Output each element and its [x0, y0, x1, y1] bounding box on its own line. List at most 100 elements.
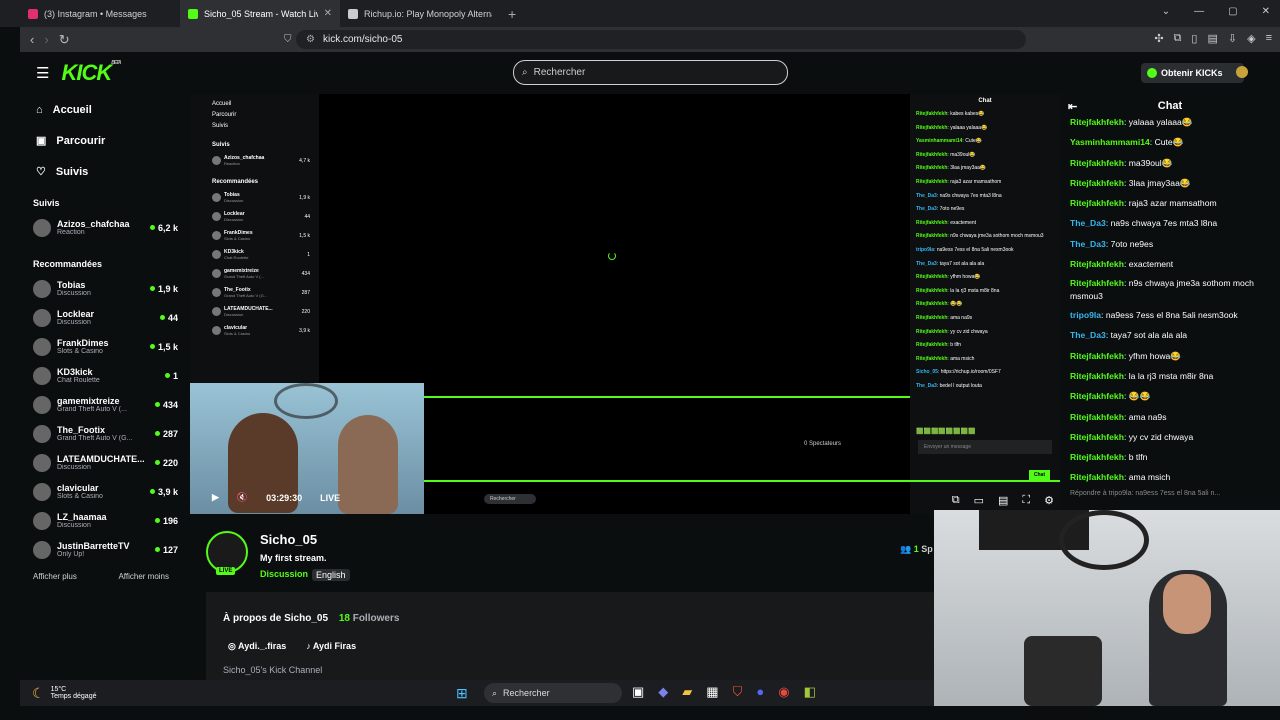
menu-icon[interactable]: ≡ [1266, 32, 1272, 45]
sidebar-channel[interactable]: The_Footix Grand Theft Auto V (G... 287 [20, 419, 190, 448]
chat-username[interactable]: Ritejfakhfekh [1070, 117, 1124, 127]
chat-username[interactable]: Ritejfakhfekh [1070, 371, 1124, 381]
download-icon[interactable]: ⇩ [1228, 32, 1237, 45]
screenshot-icon[interactable]: ⧉ [1174, 32, 1182, 45]
category-link[interactable]: Discussion [260, 569, 308, 581]
chat-username[interactable]: Ritejfakhfekh [1070, 178, 1124, 188]
chat-username[interactable]: The_Da3 [1070, 330, 1106, 340]
sidebar-nav-browse[interactable]: ▣ Parcourir [20, 125, 190, 156]
bookmark-icon[interactable]: ⛉ [284, 34, 292, 45]
reload-icon[interactable]: ↻ [59, 32, 70, 48]
store-icon[interactable]: ▦ [706, 684, 718, 700]
close-tab-icon[interactable]: ✕ [324, 8, 332, 19]
user-avatar[interactable] [1236, 66, 1248, 78]
url-field[interactable]: ⛉ ⚙ kick.com/sicho-05 [284, 30, 1026, 49]
chat-username[interactable]: Ritejfakhfekh [1070, 278, 1124, 288]
language-tag[interactable]: English [312, 569, 350, 581]
browser-tab[interactable]: Richup.io: Play Monopoly Alternative [340, 0, 500, 27]
chat-message[interactable]: The_Da3: na9s chwaya 7es mta3 l8na [1060, 213, 1280, 233]
chat-username[interactable]: Ritejfakhfekh [1070, 412, 1124, 422]
sidebar-channel[interactable]: LZ_haamaa Discussion 196 [20, 506, 190, 535]
chat-message[interactable]: Ritejfakhfekh: yfhm howa😂 [1060, 346, 1280, 366]
chat-username[interactable]: Ritejfakhfekh [1070, 452, 1124, 462]
minimize-button[interactable]: — [1194, 6, 1204, 17]
chat-message[interactable]: Ritejfakhfekh: 😂😂 [1060, 386, 1280, 406]
play-icon[interactable]: ▶ [212, 492, 219, 503]
chat-message[interactable]: Yasminhammami14: Cute😂 [1060, 132, 1280, 152]
chat-username[interactable]: Yasminhammami14 [1070, 137, 1150, 147]
chat-message[interactable]: Ritejfakhfekh: ama na9s [1060, 407, 1280, 427]
chat-username[interactable]: Ritejfakhfekh [1070, 198, 1124, 208]
sidebar-channel[interactable]: FrankDimes Slots & Casino 1,5 k [20, 332, 190, 361]
maximize-button[interactable]: ▢ [1228, 6, 1237, 17]
brave-browser-icon[interactable]: ⛉ [733, 684, 743, 700]
settings-gear-icon[interactable]: ⚙ [1044, 494, 1054, 507]
sidebar-nav-heart[interactable]: ♡ Suivis [20, 156, 190, 187]
mute-icon[interactable]: 🔇 [237, 492, 248, 503]
windows-start-icon[interactable]: ⊞ [456, 685, 468, 702]
chat-username[interactable]: Ritejfakhfekh [1070, 391, 1124, 401]
show-more-link[interactable]: Afficher plus [33, 572, 77, 581]
file-explorer-icon[interactable]: ▰ [682, 684, 692, 700]
chat-message[interactable]: Ritejfakhfekh: yy cv zid chwaya [1060, 427, 1280, 447]
theater-mode-icon[interactable]: ▭ [974, 494, 984, 507]
wallet-icon[interactable]: ▤ [1207, 32, 1217, 45]
chat-message[interactable]: Ritejfakhfekh: ma39oul😂 [1060, 153, 1280, 173]
chat-message[interactable]: Ritejfakhfekh: ama msich [1060, 467, 1280, 487]
chat-message[interactable]: Ritejfakhfekh: 3laa jmay3aa😂 [1060, 173, 1280, 193]
vpn-icon[interactable]: ◈ [1247, 32, 1255, 45]
streamer-name[interactable]: Sicho_05 [260, 532, 317, 547]
chat-username[interactable]: The_Da3 [1070, 239, 1106, 249]
hamburger-menu-icon[interactable]: ☰ [36, 64, 49, 82]
sidebar-channel[interactable]: Azizos_chafchaa Reaction 6,2 k [20, 213, 190, 242]
back-icon[interactable]: ‹ [30, 32, 34, 48]
chat-username[interactable]: Ritejfakhfekh [1070, 158, 1124, 168]
sidebar-channel[interactable]: gamemixtreize Grand Theft Auto V (... 434 [20, 390, 190, 419]
taskbar-search[interactable]: ⌕ Rechercher [484, 683, 622, 703]
tiktok-link[interactable]: ♪ Aydi Firas [306, 641, 356, 652]
chat-message[interactable]: Ritejfakhfekh: la la rj3 msta m8ir 8na [1060, 366, 1280, 386]
collapse-chat-icon[interactable]: ⇤ [1068, 100, 1077, 113]
picture-in-picture-icon[interactable]: ⧉ [952, 494, 960, 507]
chat-username[interactable]: Ritejfakhfekh [1070, 351, 1124, 361]
kick-logo[interactable]: KICKBETA [61, 60, 121, 86]
sidebar-channel[interactable]: JustinBarretteTV Only Up! 127 [20, 535, 190, 564]
chrome-icon[interactable]: ◉ [778, 684, 789, 700]
browser-tab[interactable]: (3) Instagram • Messages [20, 0, 180, 27]
forward-icon[interactable]: › [44, 32, 48, 48]
sidebar-nav-home[interactable]: ⌂ Accueil [20, 94, 190, 125]
sidebar-channel[interactable]: Locklear Discussion 44 [20, 303, 190, 332]
new-tab-button[interactable]: + [508, 6, 516, 22]
teams-icon[interactable]: ◆ [658, 684, 668, 700]
chat-username[interactable]: tripo9la [1070, 310, 1101, 320]
chat-message[interactable]: Ritejfakhfekh: b tlfn [1060, 447, 1280, 467]
clip-icon[interactable]: ▤ [998, 494, 1008, 507]
sidebar-icon[interactable]: ▯ [1191, 32, 1197, 45]
chat-message[interactable]: Ritejfakhfekh: n9s chwaya jme3a sothom m… [1060, 274, 1280, 306]
chat-username[interactable]: Ritejfakhfekh [1070, 472, 1124, 482]
fullscreen-icon[interactable]: ⛶ [1022, 494, 1030, 507]
discord-icon[interactable]: ● [756, 684, 764, 700]
show-less-link[interactable]: Afficher moins [118, 572, 169, 581]
chat-username[interactable]: The_Da3 [1070, 218, 1106, 228]
chat-message[interactable]: Ritejfakhfekh: raja3 azar mamsathom [1060, 193, 1280, 213]
stack-app-icon[interactable]: ◧ [804, 684, 816, 700]
instagram-link[interactable]: ◎ Aydi._.firas [228, 641, 286, 652]
site-info-icon[interactable]: ⚙ [306, 34, 315, 45]
chat-message[interactable]: The_Da3: taya7 sot ala ala ala [1060, 325, 1280, 345]
chat-message[interactable]: The_Da3: 7oto ne9es [1060, 234, 1280, 254]
chevron-down-icon[interactable]: ⌄ [1162, 6, 1170, 17]
chat-message[interactable]: Ritejfakhfekh: exactement [1060, 254, 1280, 274]
sidebar-channel[interactable]: LATEAMDUCHATE... Discussion 220 [20, 448, 190, 477]
sidebar-channel[interactable]: Tobias Discussion 1,9 k [20, 274, 190, 303]
sidebar-channel[interactable]: KD3kick Chat Roulette 1 [20, 361, 190, 390]
sidebar-channel[interactable]: clavicular Slots & Casino 3,9 k [20, 477, 190, 506]
task-view-icon[interactable]: ▣ [632, 684, 644, 700]
search-input[interactable]: ⌕ Rechercher [513, 60, 788, 85]
chat-message[interactable]: tripo9la: na9ess 7ess el 8na 5ali nesm3o… [1060, 306, 1280, 325]
video-player[interactable]: Accueil Parcourir Suivis Suivis Azizos_cha… [190, 94, 1060, 514]
chat-username[interactable]: Ritejfakhfekh [1070, 432, 1124, 442]
browser-tab[interactable]: Sicho_05 Stream - Watch Live on Kick ✕ [180, 0, 340, 27]
close-window-button[interactable]: ✕ [1262, 6, 1270, 17]
extensions-icon[interactable]: ✣ [1154, 32, 1163, 45]
